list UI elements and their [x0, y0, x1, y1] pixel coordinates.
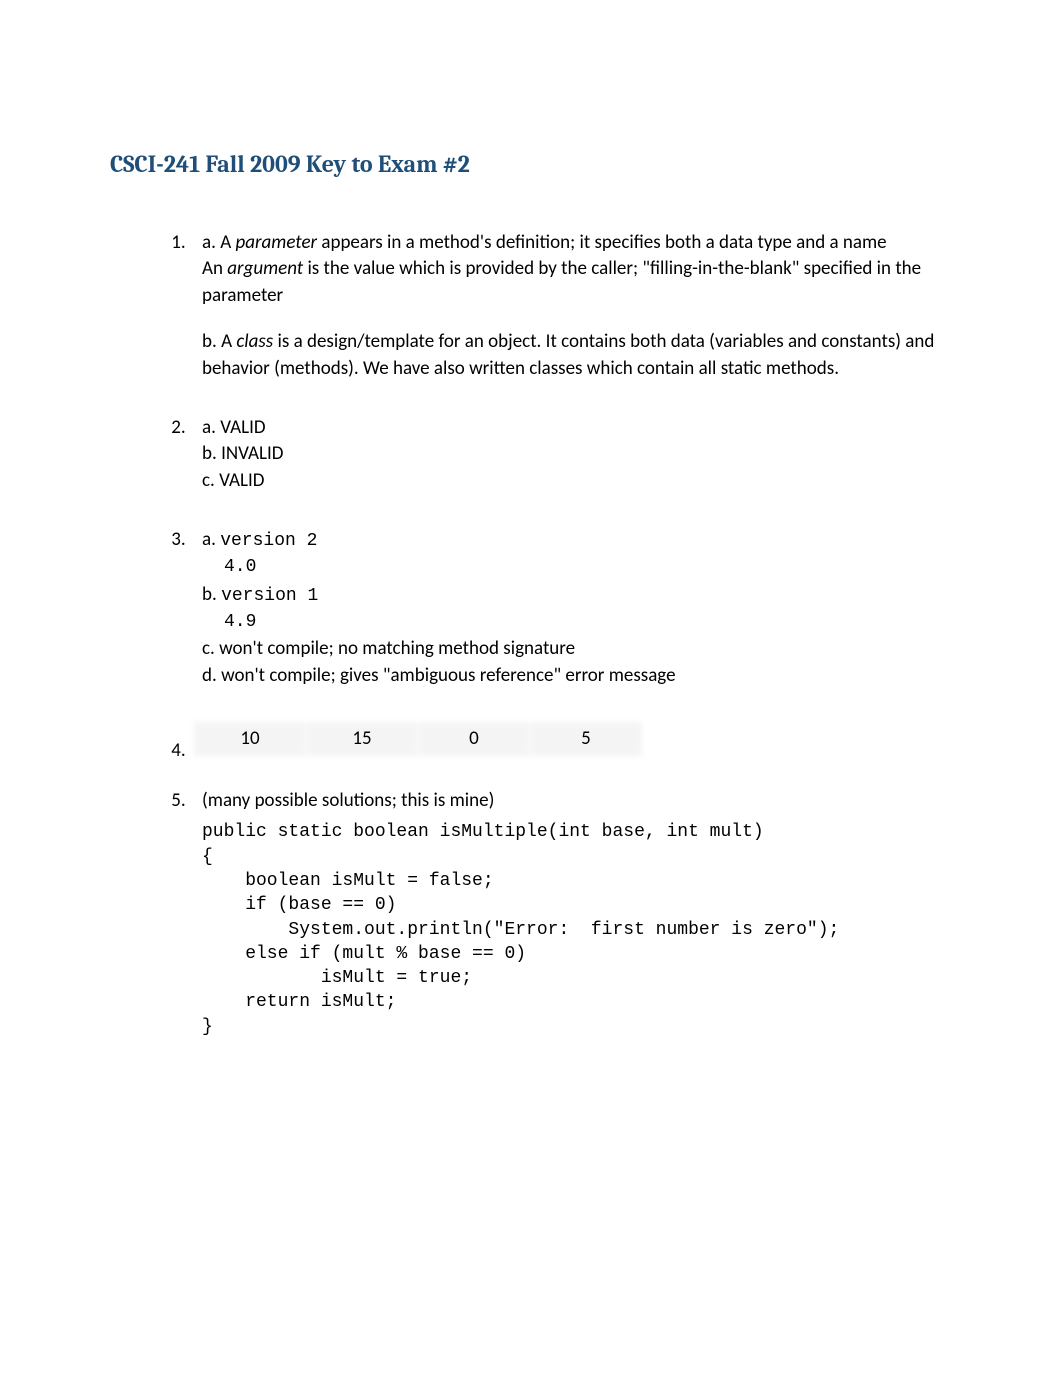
q3-b-code1: version 1: [221, 586, 318, 606]
q1a-line2-term: argument: [227, 257, 303, 280]
q4-cell-1: 15: [306, 722, 418, 756]
q2-a: a. VALID: [202, 415, 952, 442]
q3-b-label: b.: [202, 583, 217, 606]
q5-intro: (many possible solutions; this is mine): [202, 789, 494, 812]
q3-a-code2: 4.0: [224, 554, 952, 580]
q4-val-0: 10: [194, 722, 306, 756]
q2-c: c. VALID: [202, 468, 952, 495]
q2-b: b. INVALID: [202, 441, 952, 468]
q1b-term: class: [236, 330, 273, 353]
question-1: a. A parameter appears in a method's def…: [190, 230, 952, 383]
q4-value-row: 10 15 0 5: [194, 722, 952, 756]
q4-cell-0: 10: [194, 722, 306, 756]
question-4: 10 15 0 5: [190, 722, 952, 756]
q4-cell-3: 5: [530, 722, 642, 756]
q1a-mid: appears in a method's definition; it spe…: [317, 231, 887, 254]
q3-d: d. won't compile; gives "ambiguous refer…: [202, 662, 952, 690]
q1a-prefix: a. A: [202, 231, 235, 254]
q3-a-code1: version 2: [220, 531, 317, 551]
page-title: CSCI-241 Fall 2009 Key to Exam #2: [110, 148, 952, 182]
q5-code-block: public static boolean isMultiple(int bas…: [202, 820, 952, 1039]
question-3: a. version 2 4.0 b. version 1 4.9 c. won…: [190, 526, 952, 689]
q1-part-a: a. A parameter appears in a method's def…: [202, 230, 952, 310]
q1a-term: parameter: [235, 231, 317, 254]
q3-a-label: a.: [202, 528, 216, 551]
q1-part-b: b. A class is a design/template for an o…: [202, 329, 952, 382]
q4-val-1: 15: [306, 722, 418, 756]
q4-cell-2: 0: [418, 722, 530, 756]
q4-val-2: 0: [418, 722, 530, 756]
question-5: (many possible solutions; this is mine) …: [190, 788, 952, 1039]
q3-b: b. version 1: [202, 581, 952, 609]
q3-c: c. won't compile; no matching method sig…: [202, 635, 952, 663]
q1a-line2-prefix: An: [202, 257, 227, 280]
q4-val-3: 5: [530, 722, 642, 756]
question-2: a. VALID b. INVALID c. VALID: [190, 415, 952, 495]
question-list: a. A parameter appears in a method's def…: [110, 230, 952, 1039]
q3-b-code2: 4.9: [224, 609, 952, 635]
q1b-prefix: b. A: [202, 330, 236, 353]
q1a-line2-rest: is the value which is provided by the ca…: [202, 257, 921, 307]
q1b-rest: is a design/template for an object. It c…: [202, 330, 934, 380]
q3-a: a. version 2: [202, 526, 952, 554]
